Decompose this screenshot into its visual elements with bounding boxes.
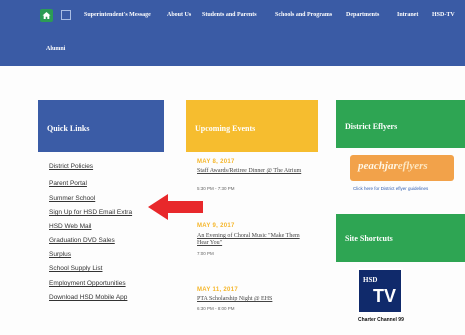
- hsd-tv-caption: Charter Channel 99: [358, 317, 404, 323]
- arrow-icon: [148, 194, 203, 220]
- nav-alumni[interactable]: Alumni: [46, 46, 65, 52]
- quick-links-title: Quick Links: [47, 124, 90, 133]
- quick-link-summer-school[interactable]: Summer School: [49, 195, 95, 202]
- event-title[interactable]: PTA Scholarship Night @ EHS: [197, 296, 307, 303]
- peachjar-logo-text: peachjareflyers: [358, 160, 428, 172]
- shortcuts-title: Site Shortcuts: [345, 234, 393, 243]
- top-nav: Superintendent's Message About Us Studen…: [0, 0, 465, 66]
- nav-intranet[interactable]: Intranet: [397, 12, 418, 18]
- quick-link-district-policies[interactable]: District Policies: [49, 163, 93, 170]
- event-time: 7:00 PM: [197, 251, 214, 256]
- event-title[interactable]: Staff Awards/Retiree Dinner @ The Atrium: [197, 168, 307, 175]
- event-time: 6:30 PM - 8:00 PM: [197, 306, 235, 311]
- event-date: MAY 8, 2017: [197, 159, 235, 165]
- event-date: MAY 9, 2017: [197, 223, 235, 229]
- event-date: MAY 11, 2017: [197, 287, 238, 293]
- quick-link-mobile-app[interactable]: Download HSD Mobile App: [49, 294, 127, 301]
- page: Superintendent's Message About Us Studen…: [0, 0, 465, 335]
- event-title[interactable]: An Evening of Choral Music "Make Them He…: [197, 233, 307, 247]
- nav-square-icon[interactable]: [61, 10, 71, 20]
- peachjar-logo[interactable]: peachjareflyers: [350, 155, 454, 181]
- hsd-tv-logo-tv: TV: [373, 286, 397, 306]
- nav-students-parents[interactable]: Students and Parents: [202, 12, 257, 18]
- nav-hsd-tv[interactable]: HSD-TV: [432, 12, 455, 18]
- eflyers-header: District Eflyers: [336, 100, 465, 148]
- quick-link-supply-list[interactable]: School Supply List: [49, 265, 102, 272]
- nav-superintendent[interactable]: Superintendent's Message: [84, 12, 151, 18]
- nav-departments[interactable]: Departments: [346, 12, 379, 18]
- home-icon[interactable]: [40, 9, 53, 22]
- eflyers-title: District Eflyers: [345, 122, 398, 131]
- events-title: Upcoming Events: [195, 124, 256, 133]
- nav-about-us[interactable]: About Us: [167, 12, 191, 18]
- quick-link-surplus[interactable]: Surplus: [49, 251, 71, 258]
- quick-link-employment[interactable]: Employment Opportunities: [49, 280, 126, 287]
- hsd-tv-logo[interactable]: HSD TV: [357, 268, 403, 314]
- events-header: Upcoming Events: [186, 100, 318, 152]
- shortcuts-header: Site Shortcuts: [336, 214, 465, 262]
- quick-link-email-extra[interactable]: Sign Up for HSD Email Extra: [49, 209, 132, 216]
- nav-schools-programs[interactable]: Schools and Programs: [275, 12, 332, 18]
- hsd-tv-logo-letters: HSD: [363, 276, 378, 284]
- quick-link-graduation-dvd[interactable]: Graduation DVD Sales: [49, 237, 115, 244]
- eflyer-guidelines-link[interactable]: Click here for District eflyer guideline…: [353, 186, 428, 191]
- event-time: 5:30 PM - 7:30 PM: [197, 186, 235, 191]
- quick-link-web-mail[interactable]: HSD Web Mail: [49, 223, 92, 230]
- quick-links-header: Quick Links: [38, 100, 164, 152]
- quick-link-parent-portal[interactable]: Parent Portal: [49, 180, 87, 187]
